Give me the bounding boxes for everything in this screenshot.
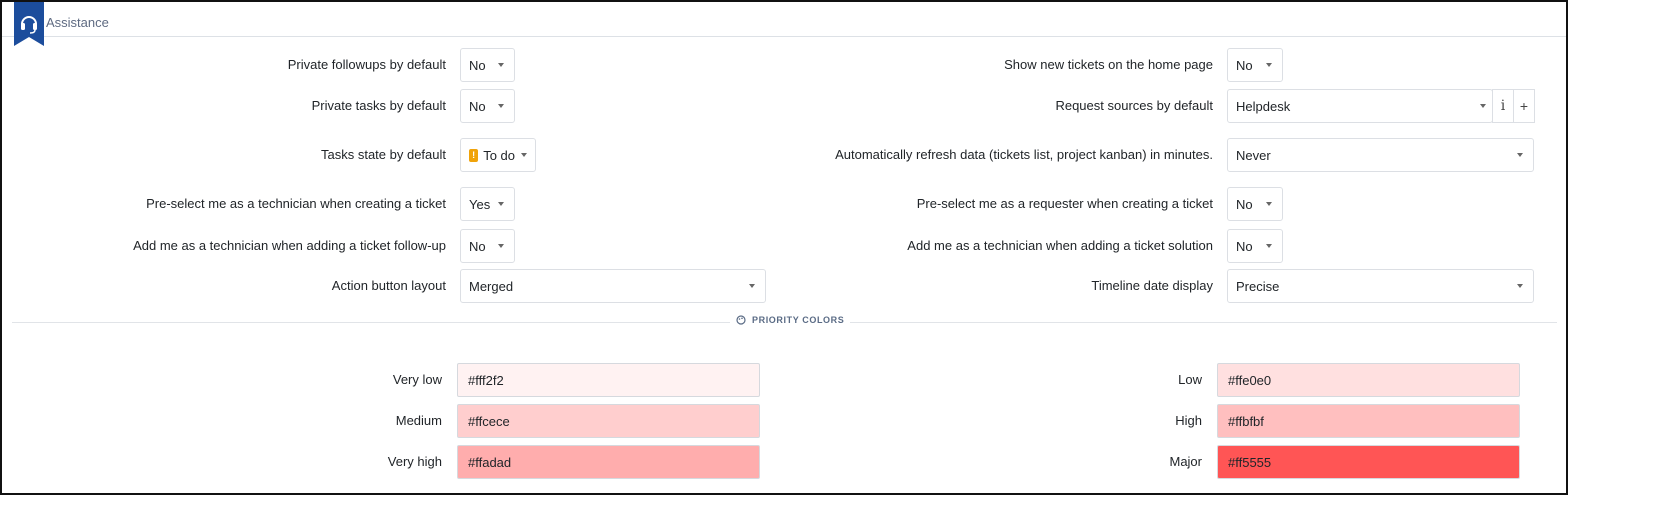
chevron-down-icon (498, 104, 504, 108)
color-input-very-low[interactable]: #fff2f2 (457, 363, 760, 397)
label-add-technician-followup: Add me as a technician when adding a tic… (133, 238, 446, 253)
add-source-button[interactable]: + (1513, 89, 1535, 123)
select-auto-refresh[interactable]: Never (1227, 138, 1534, 172)
select-value: Precise (1236, 278, 1280, 294)
assistance-preferences-panel: Assistance Private followups by default … (0, 0, 1568, 495)
chevron-down-icon (1517, 284, 1523, 288)
color-value: #ff5555 (1228, 454, 1272, 470)
select-value: No (1236, 196, 1253, 212)
color-value: #ffe0e0 (1228, 372, 1272, 388)
select-request-sources[interactable]: Helpdesk (1227, 89, 1493, 123)
chevron-down-icon (498, 202, 504, 206)
label-add-technician-solution: Add me as a technician when adding a tic… (907, 238, 1213, 253)
color-input-low[interactable]: #ffe0e0 (1217, 363, 1520, 397)
select-action-button-layout[interactable]: Merged (460, 269, 766, 303)
chevron-down-icon (498, 244, 504, 248)
select-private-followups[interactable]: No (460, 48, 515, 82)
color-value: #ffadad (468, 454, 512, 470)
chevron-down-icon (521, 153, 527, 157)
label-private-tasks: Private tasks by default (311, 98, 446, 113)
priority-colors-heading: PRIORITY COLORS (730, 315, 851, 325)
chevron-down-icon (1266, 244, 1272, 248)
color-input-very-high[interactable]: #ffadad (457, 445, 760, 479)
select-value: No (469, 98, 486, 114)
color-value: #ffcece (468, 413, 510, 429)
label-private-followups: Private followups by default (287, 57, 446, 72)
select-value: Yes (469, 196, 491, 212)
label-tasks-state: Tasks state by default (320, 147, 446, 162)
chevron-down-icon (1517, 153, 1523, 157)
label-medium: Medium (395, 413, 442, 428)
section-header: Assistance (2, 2, 1566, 46)
select-value: No (469, 238, 486, 254)
select-add-technician-followup[interactable]: No (460, 229, 515, 263)
section-title: Assistance (46, 15, 109, 30)
select-preselect-technician[interactable]: Yes (460, 187, 515, 221)
label-high: High (1175, 413, 1202, 428)
select-show-new-tickets[interactable]: No (1227, 48, 1283, 82)
info-button[interactable]: i (1492, 89, 1514, 123)
chevron-down-icon (1480, 104, 1486, 108)
headset-icon (14, 2, 44, 46)
select-timeline-date-display[interactable]: Precise (1227, 269, 1534, 303)
label-very-low: Very low (392, 372, 442, 387)
plus-icon: + (1519, 98, 1529, 114)
label-major: Major (1169, 454, 1202, 469)
select-value: No (1236, 57, 1253, 73)
label-request-sources: Request sources by default (1055, 98, 1213, 113)
label-action-button-layout: Action button layout (331, 278, 446, 293)
label-timeline-date-display: Timeline date display (1091, 278, 1213, 293)
label-preselect-technician: Pre-select me as a technician when creat… (146, 196, 446, 211)
label-low: Low (1178, 372, 1202, 387)
label-very-high: Very high (387, 454, 442, 469)
select-value: No (469, 57, 486, 73)
color-input-medium[interactable]: #ffcece (457, 404, 760, 438)
color-input-high[interactable]: #ffbfbf (1217, 404, 1520, 438)
color-value: #fff2f2 (468, 372, 504, 388)
select-private-tasks[interactable]: No (460, 89, 515, 123)
select-add-technician-solution[interactable]: No (1227, 229, 1283, 263)
select-value: No (1236, 238, 1253, 254)
chevron-down-icon (1266, 202, 1272, 206)
label-show-new-tickets: Show new tickets on the home page (1004, 57, 1213, 72)
color-input-major[interactable]: #ff5555 (1217, 445, 1520, 479)
todo-state-icon: ! (469, 148, 479, 162)
priority-colors-title: PRIORITY COLORS (752, 315, 845, 325)
select-value: Never (1236, 147, 1271, 163)
select-tasks-state[interactable]: ! To do (460, 138, 536, 172)
chevron-down-icon (498, 63, 504, 67)
chevron-down-icon (749, 284, 755, 288)
color-value: #ffbfbf (1228, 413, 1264, 429)
palette-icon (736, 315, 746, 325)
select-preselect-requester[interactable]: No (1227, 187, 1283, 221)
label-auto-refresh: Automatically refresh data (tickets list… (835, 147, 1213, 162)
chevron-down-icon (1266, 63, 1272, 67)
label-preselect-requester: Pre-select me as a requester when creati… (916, 196, 1213, 211)
info-icon: i (1500, 98, 1506, 114)
select-value: To do (483, 147, 515, 163)
select-value: Helpdesk (1236, 98, 1291, 114)
select-value: Merged (469, 278, 514, 294)
